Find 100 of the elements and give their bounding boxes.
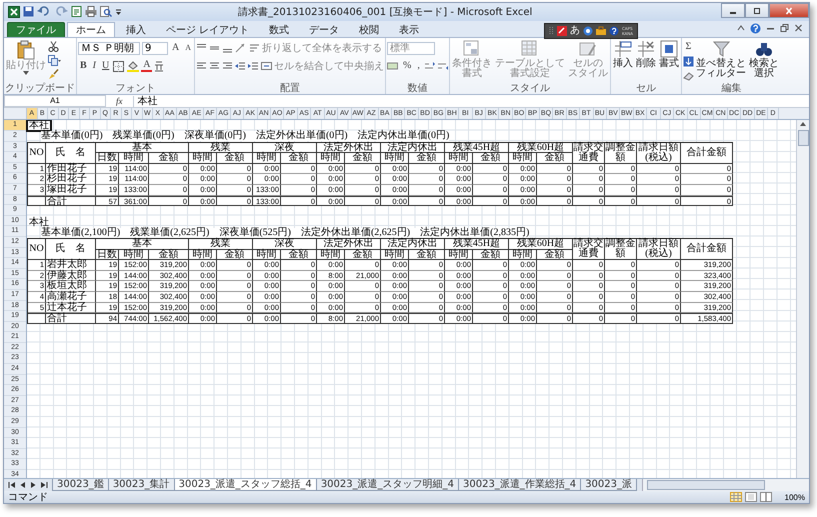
next-sheet-icon[interactable]: [29, 481, 37, 490]
close-button[interactable]: [769, 3, 809, 18]
printer-icon[interactable]: [85, 6, 97, 18]
name-box[interactable]: A1: [4, 95, 106, 108]
minimize-button[interactable]: [721, 3, 745, 18]
ribbon-tab[interactable]: ページ レイアウト: [157, 22, 258, 37]
fill-color-icon[interactable]: [127, 60, 140, 72]
ribbon-tab[interactable]: ファイル: [7, 22, 65, 37]
ribbon-tab[interactable]: ホーム: [67, 22, 115, 37]
decrease-decimal-icon[interactable]: [436, 61, 448, 72]
page-break-icon[interactable]: [760, 492, 772, 502]
increase-decimal-icon[interactable]: [424, 61, 435, 72]
orientation-icon[interactable]: [235, 43, 248, 54]
column-heading: 金額: [409, 250, 445, 260]
delete-button[interactable]: 削除: [634, 38, 657, 70]
insert-function-button[interactable]: fx: [110, 96, 128, 106]
insert-button[interactable]: 挿入: [612, 38, 634, 70]
sheet-tab[interactable]: 30023_派遣_スタッフ明細_4: [316, 479, 459, 491]
print-preview-icon[interactable]: [100, 6, 112, 18]
ribbon-tab[interactable]: 表示: [390, 22, 428, 37]
decrease-indent-icon[interactable]: [235, 61, 246, 72]
grow-font-button[interactable]: A: [170, 42, 182, 54]
cell-text: 基本単価(0円) 残業単価(0円) 深夜単価(0円) 法定外休出単価(0円) 法定内休出単価(0円): [41, 131, 450, 142]
scissors-icon[interactable]: [48, 40, 59, 52]
number-format-field[interactable]: 標準: [387, 42, 436, 55]
table-icon: [520, 40, 539, 58]
ribbon-tab[interactable]: 校閲: [350, 22, 388, 37]
ribbon-tab[interactable]: データ: [300, 22, 348, 37]
cell-style-icon: [578, 40, 597, 58]
column-heading: 金額: [409, 153, 445, 164]
font-name-field[interactable]: ＭＳ Ｐ明朝: [78, 42, 140, 55]
underline-button[interactable]: U: [100, 60, 112, 72]
align-right-icon[interactable]: [222, 61, 234, 72]
clipboard-icon: [16, 40, 36, 60]
sheet-tab[interactable]: 30023_集計: [108, 479, 175, 491]
column-heading: 時間: [119, 250, 149, 260]
column-heading: 請求日額(税込): [637, 142, 681, 164]
conversion-mode-icon[interactable]: [583, 26, 593, 36]
toolbox-icon[interactable]: [596, 26, 606, 36]
column-heading: 残業60H超: [509, 238, 573, 250]
column-heading: 金額: [537, 153, 573, 164]
currency-icon[interactable]: [387, 61, 400, 72]
empty-cell: [28, 196, 46, 206]
ribbon-tab[interactable]: 挿入: [117, 22, 155, 37]
form-icon[interactable]: [71, 6, 82, 18]
align-center-icon[interactable]: [209, 61, 220, 72]
input-mode-indicator[interactable]: あ: [570, 25, 580, 37]
merge-cells-icon: [261, 61, 272, 72]
formula-field[interactable]: 本社: [132, 96, 809, 107]
help-icon[interactable]: [750, 22, 761, 34]
sheet-tab[interactable]: 30023_鑑: [52, 479, 109, 491]
wrap-text-button[interactable]: 折り返して全体を表示する: [249, 41, 382, 56]
font-color-button[interactable]: A: [141, 60, 152, 72]
column-heading: 金額: [149, 153, 189, 164]
close-icon[interactable]: [794, 24, 803, 32]
collapse-ribbon-icon[interactable]: [737, 24, 745, 32]
italic-button[interactable]: I: [90, 60, 98, 72]
column-heading: 合計金額: [681, 142, 733, 164]
format-button[interactable]: 書式: [658, 38, 680, 70]
fill-down-icon[interactable]: [682, 56, 694, 67]
bold-button[interactable]: B: [78, 60, 89, 72]
horizontal-scrollbar[interactable]: [642, 479, 809, 491]
vertical-scrollbar[interactable]: [796, 120, 809, 478]
shrink-font-button[interactable]: A: [183, 42, 194, 54]
scroll-thumb[interactable]: [798, 130, 808, 146]
eraser-icon[interactable]: [682, 70, 694, 81]
borders-icon[interactable]: [113, 60, 126, 72]
zoom-level[interactable]: 100%: [784, 492, 805, 502]
comma-button[interactable]: ,: [415, 60, 422, 72]
sheet-tab[interactable]: 30023_派遣_スタッフ総括_4: [174, 479, 317, 491]
grip-icon[interactable]: [549, 26, 554, 36]
sheet-tab[interactable]: 30023_派遣_作業総括_4: [458, 479, 582, 491]
ribbon-tab[interactable]: 数式: [260, 22, 298, 37]
wrap-text-icon: [249, 43, 260, 54]
help-icon[interactable]: [609, 26, 619, 36]
percent-button[interactable]: %: [401, 60, 414, 72]
copy-icon[interactable]: [48, 54, 61, 66]
sheet-tab[interactable]: 30023_派: [580, 479, 637, 491]
restore-icon[interactable]: [780, 24, 789, 32]
first-sheet-icon[interactable]: [8, 481, 17, 490]
previous-sheet-icon[interactable]: [19, 481, 27, 490]
column-heading: 請求交通費: [573, 238, 605, 260]
save-icon[interactable]: [23, 6, 34, 18]
ime-pad-icon[interactable]: [557, 26, 567, 36]
sort-filter-button[interactable]: 並べ替えと フィルター: [694, 38, 747, 80]
maximize-button[interactable]: [745, 3, 769, 18]
customize-menu-icon[interactable]: [115, 6, 122, 17]
column-heading: 時間: [119, 153, 149, 164]
increase-indent-icon[interactable]: [248, 61, 260, 72]
font-size-field[interactable]: 9: [142, 42, 168, 55]
align-left-icon[interactable]: [196, 61, 208, 72]
page-layout-icon[interactable]: [744, 492, 757, 502]
find-select-button[interactable]: 検索と 選択: [748, 38, 780, 80]
group-label: 配置: [279, 83, 302, 94]
brush-icon[interactable]: [48, 68, 59, 80]
phonetic-guide-icon[interactable]: [154, 60, 164, 72]
last-sheet-icon[interactable]: [39, 481, 48, 490]
scroll-thumb[interactable]: [647, 480, 766, 490]
undo-icon[interactable]: [37, 6, 51, 18]
autosum-button[interactable]: Σ: [682, 40, 694, 53]
